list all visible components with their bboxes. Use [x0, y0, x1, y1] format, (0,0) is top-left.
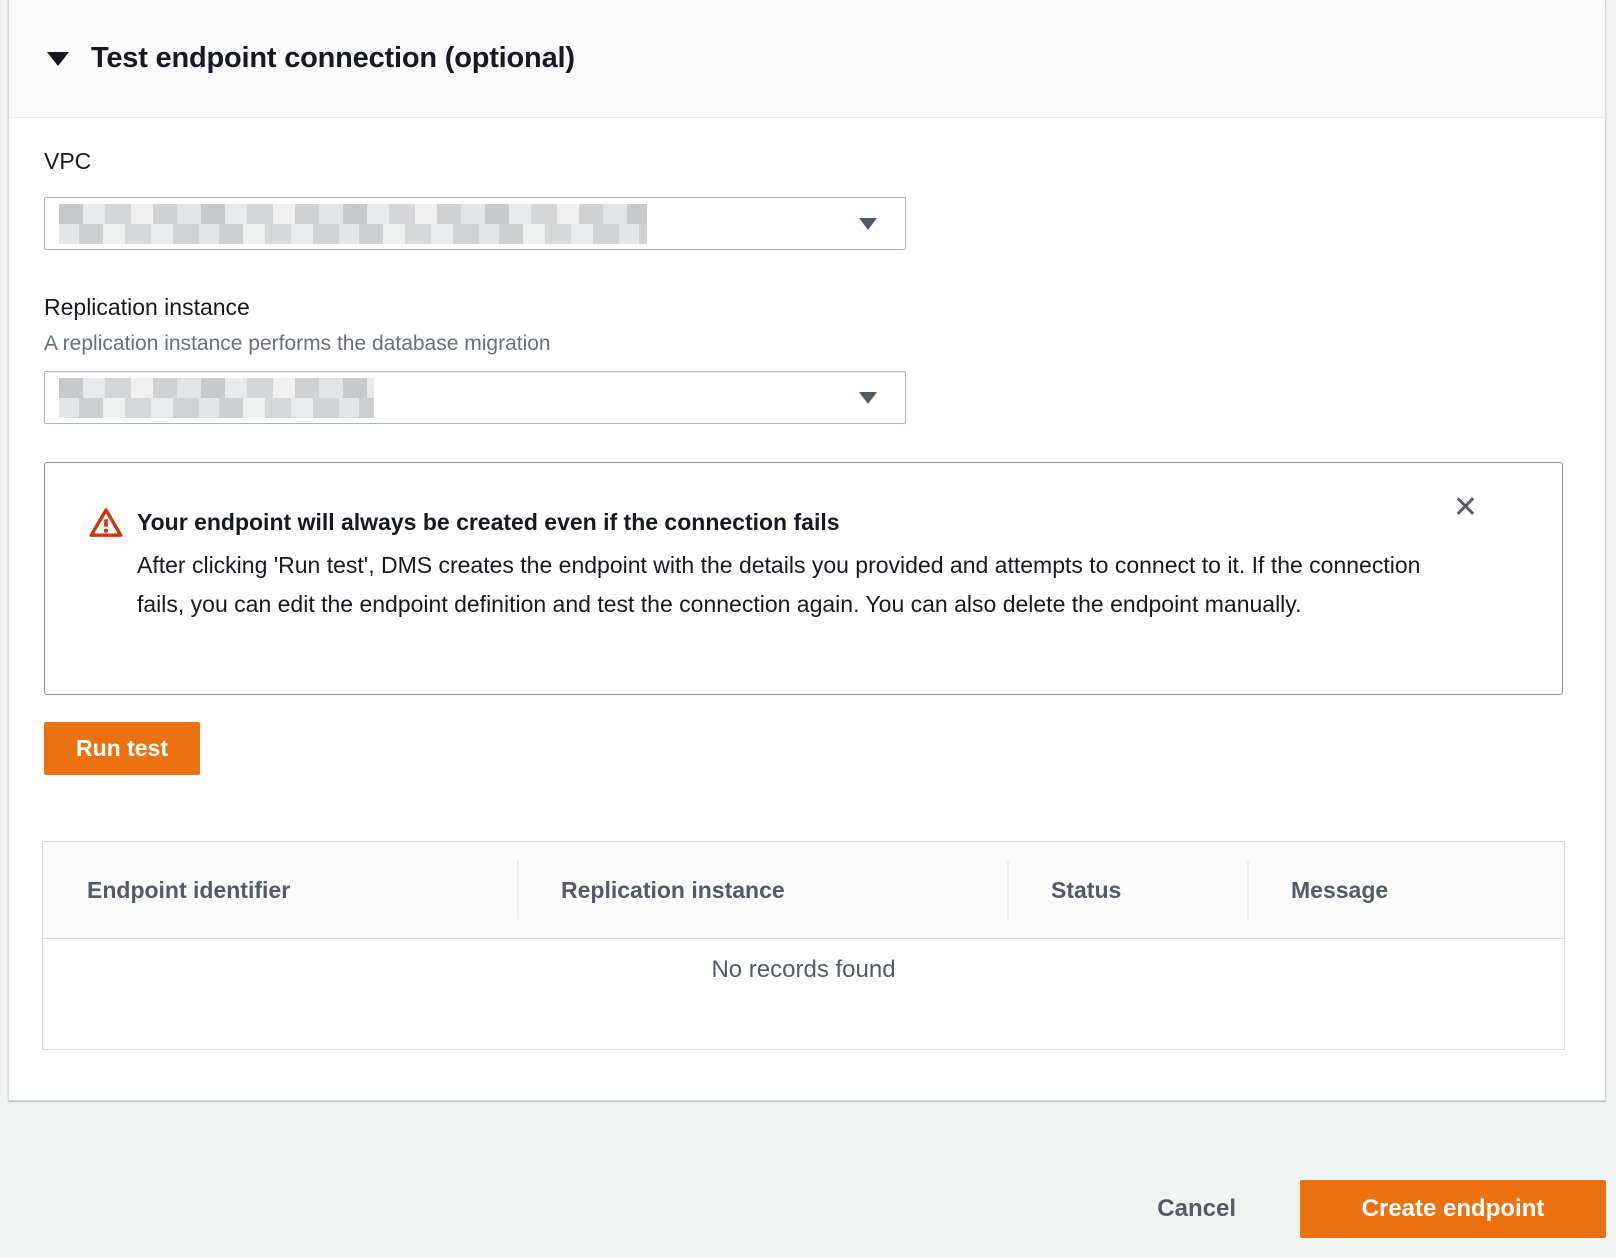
- table-header-row: Endpoint identifier Replication instance…: [43, 842, 1564, 939]
- alert-close-icon[interactable]: ✕: [1453, 493, 1478, 523]
- test-endpoint-panel: Test endpoint connection (optional) VPC …: [8, 0, 1606, 1101]
- footer-action-bar: Cancel Create endpoint: [1157, 1180, 1606, 1238]
- chevron-down-icon: [859, 392, 877, 404]
- create-endpoint-button[interactable]: Create endpoint: [1300, 1180, 1606, 1238]
- panel-title: Test endpoint connection (optional): [91, 42, 575, 75]
- run-test-button[interactable]: Run test: [44, 722, 200, 775]
- replication-instance-label: Replication instance: [44, 294, 250, 321]
- vpc-label: VPC: [44, 148, 91, 175]
- test-results-table: Endpoint identifier Replication instance…: [42, 841, 1565, 1050]
- vpc-redacted-value: [59, 204, 647, 244]
- replication-instance-select[interactable]: [44, 371, 906, 424]
- panel-header-toggle[interactable]: Test endpoint connection (optional): [9, 0, 1605, 118]
- column-header-message: Message: [1247, 842, 1564, 938]
- cancel-button[interactable]: Cancel: [1157, 1195, 1236, 1223]
- warning-triangle-icon: [89, 506, 123, 540]
- replication-instance-description: A replication instance performs the data…: [44, 332, 551, 356]
- warning-alert: Your endpoint will always be created eve…: [44, 462, 1563, 695]
- empty-state-message: No records found: [711, 956, 895, 1049]
- column-header-endpoint-identifier: Endpoint identifier: [43, 842, 517, 938]
- replication-instance-redacted-value: [59, 378, 374, 418]
- chevron-down-icon: [859, 218, 877, 230]
- column-header-replication-instance: Replication instance: [517, 842, 1007, 938]
- alert-title: Your endpoint will always be created eve…: [137, 505, 840, 539]
- section-expand-caret-icon: [47, 52, 69, 66]
- column-header-status: Status: [1007, 842, 1247, 938]
- alert-body: After clicking 'Run test', DMS creates t…: [137, 546, 1437, 623]
- vpc-select[interactable]: [44, 197, 906, 250]
- table-body: No records found: [43, 939, 1564, 1049]
